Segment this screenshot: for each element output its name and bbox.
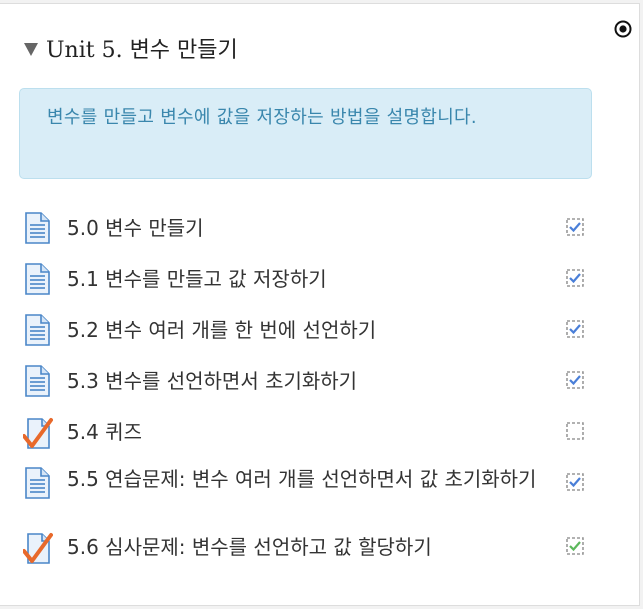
completion-checked-icon[interactable]: [566, 320, 584, 338]
completion-checked-icon[interactable]: [566, 269, 584, 287]
activity-link[interactable]: 5.4 퀴즈: [67, 415, 554, 449]
course-section: Unit 5. 변수 만들기 변수를 만들고 변수에 값을 저장하는 방법을 설…: [0, 3, 640, 606]
section-summary: 변수를 만들고 변수에 값을 저장하는 방법을 설명합니다.: [19, 88, 592, 179]
page-icon: [23, 314, 51, 346]
page-icon: [23, 263, 51, 295]
highlight-radio-icon[interactable]: [614, 20, 632, 38]
activity-item[interactable]: 5.4 퀴즈: [19, 413, 594, 464]
activity-link[interactable]: 5.1 변수를 만들고 값 저장하기: [67, 262, 554, 296]
activity-list: 5.0 변수 만들기 5.1 변수를 만들고 값 저장하기 5.2 변수 여러 …: [19, 209, 594, 579]
completion-unchecked-icon[interactable]: [566, 422, 584, 440]
quiz-icon: [22, 531, 53, 564]
activity-link[interactable]: 5.0 변수 만들기: [67, 211, 554, 245]
collapse-triangle-icon[interactable]: [24, 42, 38, 56]
completion-checked-icon[interactable]: [566, 371, 584, 389]
completion-checked-icon[interactable]: [566, 218, 584, 236]
activity-link[interactable]: 5.2 변수 여러 개를 한 번에 선언하기: [67, 313, 554, 347]
activity-item[interactable]: 5.5 연습문제: 변수 여러 개를 선언하면서 값 초기화하기: [19, 464, 594, 528]
activity-item[interactable]: 5.2 변수 여러 개를 한 번에 선언하기: [19, 311, 594, 362]
section-title[interactable]: Unit 5. 변수 만들기: [46, 32, 238, 64]
activity-link[interactable]: 5.3 변수를 선언하면서 초기화하기: [67, 364, 554, 398]
section-header[interactable]: Unit 5. 변수 만들기: [24, 32, 238, 64]
activity-item[interactable]: 5.3 변수를 선언하면서 초기화하기: [19, 362, 594, 413]
activity-item[interactable]: 5.0 변수 만들기: [19, 209, 594, 260]
page-icon: [23, 212, 51, 244]
completion-passed-icon[interactable]: [566, 537, 584, 555]
activity-item[interactable]: 5.6 심사문제: 변수를 선언하고 값 할당하기: [19, 528, 594, 579]
activity-link[interactable]: 5.6 심사문제: 변수를 선언하고 값 할당하기: [67, 530, 554, 564]
completion-checked-icon[interactable]: [566, 473, 584, 491]
activity-link[interactable]: 5.5 연습문제: 변수 여러 개를 선언하면서 값 초기화하기: [22, 464, 544, 495]
section-summary-text: 변수를 만들고 변수에 값을 저장하는 방법을 설명합니다.: [47, 107, 477, 128]
page-icon: [23, 365, 51, 397]
quiz-icon: [22, 416, 53, 449]
activity-item[interactable]: 5.1 변수를 만들고 값 저장하기: [19, 260, 594, 311]
